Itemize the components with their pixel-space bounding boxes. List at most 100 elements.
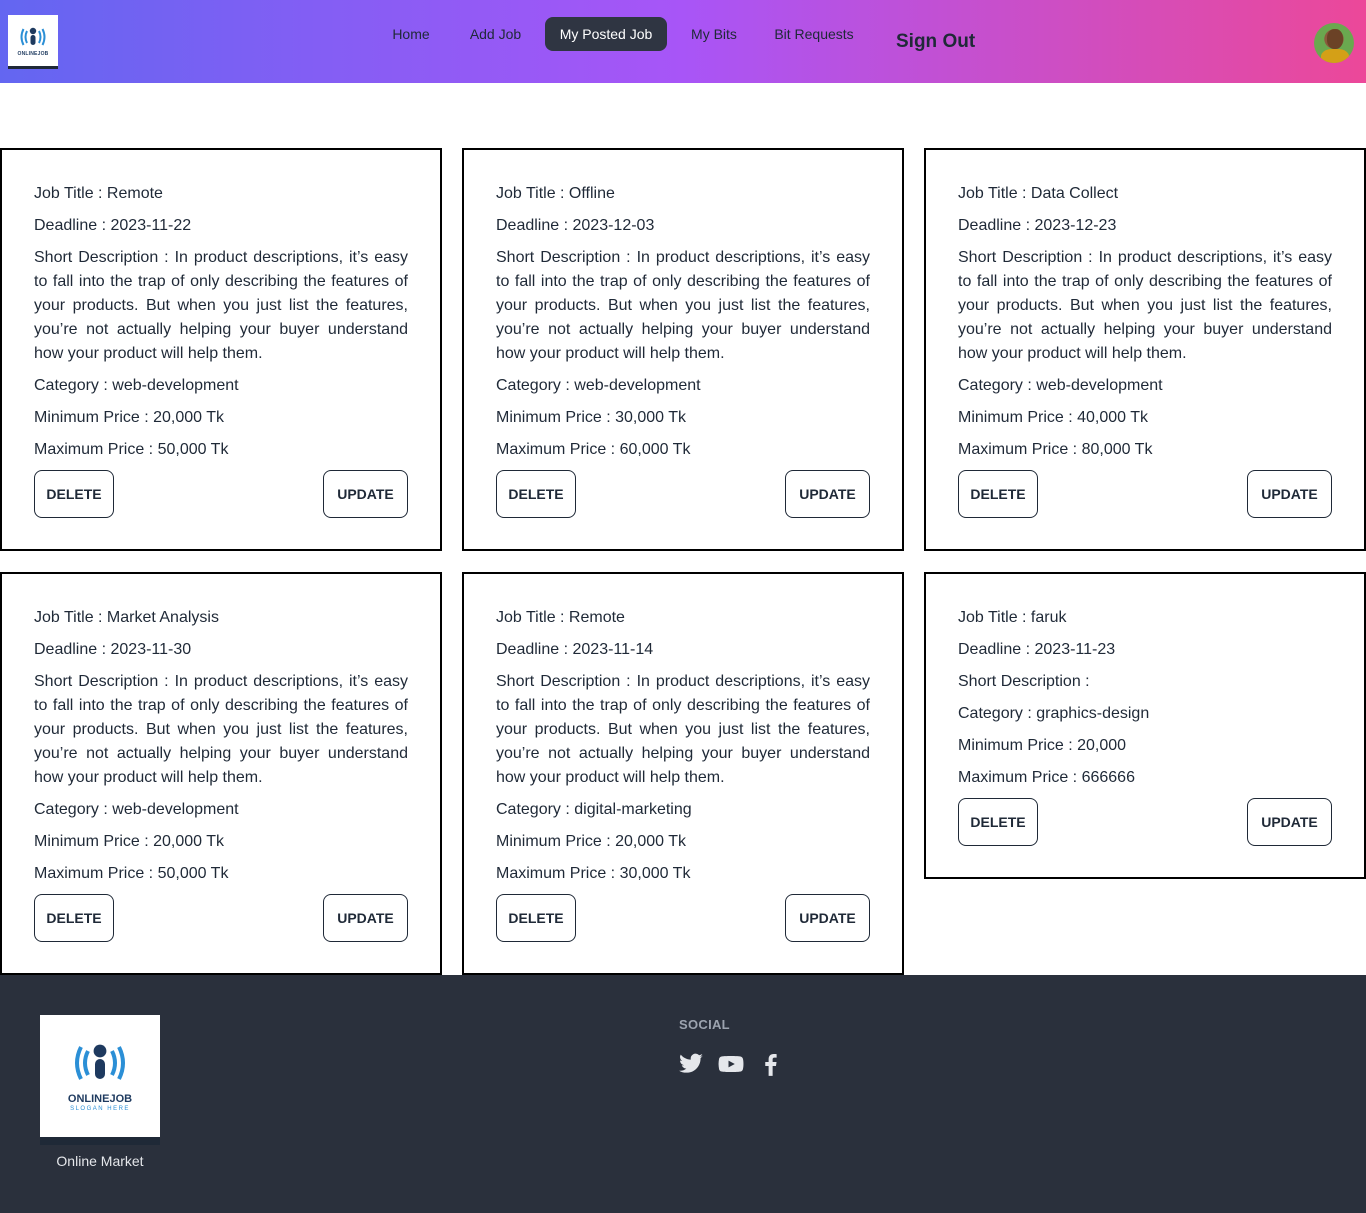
job-title: Job Title : Offline (496, 182, 870, 206)
job-category: Category : web-development (34, 798, 408, 822)
min-price-value: 20,000 Tk (153, 409, 224, 426)
nav-bit-requests[interactable]: Bit Requests (764, 17, 864, 51)
nav-my-posted-job[interactable]: My Posted Job (545, 17, 667, 51)
description-label: Short Description : (34, 673, 175, 690)
job-title-label: Job Title : (496, 609, 569, 626)
min-price-value: 40,000 Tk (1077, 409, 1148, 426)
youtube-icon[interactable] (718, 1051, 744, 1077)
avatar-head (1327, 29, 1343, 49)
card-actions: DELETE UPDATE (34, 470, 408, 518)
job-title-value: faruk (1030, 609, 1067, 626)
job-title: Job Title : Remote (496, 606, 870, 630)
category-label: Category : (958, 705, 1037, 722)
job-max-price: Maximum Price : 50,000 Tk (34, 862, 408, 886)
card-actions: DELETE UPDATE (496, 470, 870, 518)
job-max-price: Maximum Price : 30,000 Tk (496, 862, 870, 886)
deadline-value: 2023-11-14 (572, 641, 654, 658)
job-category: Category : graphics-design (958, 702, 1332, 726)
min-price-value: 20,000 (1077, 737, 1127, 754)
card-actions: DELETE UPDATE (958, 470, 1332, 518)
min-price-label: Minimum Price : (34, 409, 154, 426)
deadline-value: 2023-11-23 (1034, 641, 1116, 658)
min-price-label: Minimum Price : (496, 409, 616, 426)
job-deadline: Deadline : 2023-11-14 (496, 638, 870, 662)
max-price-value: 50,000 Tk (157, 865, 229, 882)
category-value: web-development (1036, 377, 1163, 394)
job-min-price: Minimum Price : 30,000 Tk (496, 406, 870, 430)
update-button[interactable]: UPDATE (1247, 470, 1332, 518)
footer-logo[interactable]: ONLINEJOB SLOGAN HERE (40, 1015, 160, 1145)
logo-text: ONLINEJOB (17, 50, 49, 57)
job-category: Category : web-development (34, 374, 408, 398)
sign-out-button[interactable]: Sign Out (896, 28, 975, 56)
nav-home[interactable]: Home (380, 17, 442, 51)
logo-strip (40, 1137, 160, 1145)
job-card: Job Title : Data Collect Deadline : 2023… (924, 148, 1366, 551)
social-heading: SOCIAL (679, 1017, 730, 1032)
job-card: Job Title : faruk Deadline : 2023-11-23 … (924, 572, 1366, 879)
max-price-label: Maximum Price : (34, 441, 158, 458)
max-price-label: Maximum Price : (958, 441, 1082, 458)
update-button[interactable]: UPDATE (785, 470, 870, 518)
deadline-label: Deadline : (496, 217, 573, 234)
update-button[interactable]: UPDATE (1247, 798, 1332, 846)
category-value: digital-marketing (574, 801, 692, 818)
job-min-price: Minimum Price : 20,000 (958, 734, 1332, 758)
job-title-label: Job Title : (958, 185, 1031, 202)
delete-button[interactable]: DELETE (958, 470, 1038, 518)
job-title-value: Offline (568, 185, 615, 202)
job-title-label: Job Title : (496, 185, 569, 202)
footer-logo-text: ONLINEJOB (67, 1093, 133, 1105)
nav-my-bits[interactable]: My Bits (680, 17, 748, 51)
job-title-label: Job Title : (34, 185, 107, 202)
description-label: Short Description : (958, 249, 1099, 266)
delete-button[interactable]: DELETE (34, 894, 114, 942)
job-title: Job Title : Market Analysis (34, 606, 408, 630)
logo-icon (75, 1044, 125, 1080)
job-card: Job Title : Offline Deadline : 2023-12-0… (462, 148, 904, 551)
max-price-value: 666666 (1081, 769, 1135, 786)
deadline-value: 2023-11-22 (110, 217, 192, 234)
job-description: Short Description : In product descripti… (34, 670, 408, 790)
job-category: Category : web-development (958, 374, 1332, 398)
min-price-label: Minimum Price : (34, 833, 154, 850)
job-description: Short Description : In product descripti… (496, 246, 870, 366)
delete-button[interactable]: DELETE (34, 470, 114, 518)
update-button[interactable]: UPDATE (785, 894, 870, 942)
card-actions: DELETE UPDATE (496, 894, 870, 942)
update-button[interactable]: UPDATE (323, 470, 408, 518)
job-max-price: Maximum Price : 666666 (958, 766, 1332, 790)
min-price-value: 20,000 Tk (153, 833, 224, 850)
job-title-value: Market Analysis (106, 609, 219, 626)
max-price-value: 50,000 Tk (157, 441, 229, 458)
max-price-label: Maximum Price : (496, 865, 620, 882)
job-card: Job Title : Market Analysis Deadline : 2… (0, 572, 442, 975)
job-title: Job Title : faruk (958, 606, 1332, 630)
job-category: Category : digital-marketing (496, 798, 870, 822)
category-value: web-development (112, 801, 239, 818)
delete-button[interactable]: DELETE (496, 894, 576, 942)
deadline-value: 2023-12-23 (1034, 217, 1117, 234)
job-deadline: Deadline : 2023-11-23 (958, 638, 1332, 662)
update-button[interactable]: UPDATE (323, 894, 408, 942)
user-avatar[interactable] (1314, 23, 1354, 63)
job-min-price: Minimum Price : 20,000 Tk (496, 830, 870, 854)
job-min-price: Minimum Price : 40,000 Tk (958, 406, 1332, 430)
job-deadline: Deadline : 2023-11-22 (34, 214, 408, 238)
category-value: web-development (574, 377, 701, 394)
min-price-value: 30,000 Tk (615, 409, 686, 426)
nav-add-job[interactable]: Add Job (458, 17, 533, 51)
max-price-label: Maximum Price : (34, 865, 158, 882)
max-price-value: 60,000 Tk (619, 441, 691, 458)
facebook-icon[interactable] (758, 1051, 784, 1077)
category-label: Category : (34, 801, 113, 818)
job-deadline: Deadline : 2023-11-30 (34, 638, 408, 662)
twitter-icon[interactable] (678, 1051, 704, 1077)
delete-button[interactable]: DELETE (496, 470, 576, 518)
category-label: Category : (34, 377, 113, 394)
job-card: Job Title : Remote Deadline : 2023-11-22… (0, 148, 442, 551)
category-value: graphics-design (1036, 705, 1150, 722)
category-label: Category : (496, 377, 575, 394)
deadline-value: 2023-12-03 (572, 217, 655, 234)
delete-button[interactable]: DELETE (958, 798, 1038, 846)
